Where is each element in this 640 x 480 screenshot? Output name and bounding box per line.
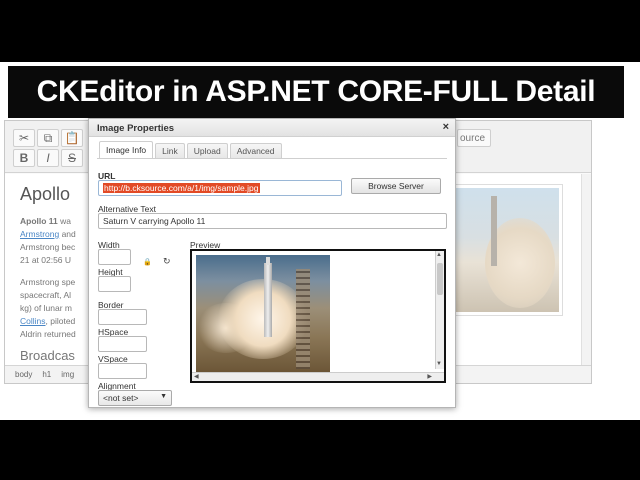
doc-line: spacecraft, Al — [20, 290, 72, 300]
armstrong-link[interactable]: Armstrong — [20, 229, 59, 239]
tab-link[interactable]: Link — [155, 143, 185, 159]
browse-server-button[interactable]: Browse Server — [351, 178, 441, 194]
chevron-down-icon: ▼ — [160, 393, 167, 400]
tab-upload[interactable]: Upload — [186, 143, 228, 159]
video-title-banner: CKEditor in ASP.NET CORE-FULL Detail — [8, 66, 624, 118]
saturn-v-image[interactable] — [451, 184, 563, 316]
doc-line: Aldrin returned — [20, 329, 76, 339]
dialog-title[interactable]: Image Properties — [89, 119, 455, 137]
tab-image-info[interactable]: Image Info — [99, 141, 154, 159]
preview-scroll-thumb[interactable] — [437, 263, 443, 295]
banner-title: CKEditor in ASP.NET CORE-FULL Detail — [36, 75, 596, 108]
cut-icon[interactable]: ✂ — [13, 129, 35, 147]
top-black-bar — [0, 0, 640, 62]
lock-ratio-icon[interactable]: 🔒 — [143, 258, 152, 266]
doc-subheading: Broadcas — [20, 348, 75, 363]
reset-size-icon[interactable]: ↻ — [163, 256, 171, 267]
dialog-tabs: Image Info Link Upload Advanced — [99, 141, 282, 159]
preview-vertical-scrollbar[interactable] — [435, 251, 444, 369]
preview-horizontal-scrollbar[interactable] — [192, 372, 444, 381]
alignment-select[interactable]: <not set> ▼ — [98, 390, 172, 406]
doc-line: Apollo 11 wa — [20, 216, 72, 226]
paste-icon[interactable]: 📋 — [61, 129, 83, 147]
url-input[interactable]: http://b.cksource.com/a/1/img/sample.jpg — [98, 180, 342, 196]
hspace-input[interactable] — [98, 336, 147, 352]
editor-scrollbar[interactable] — [581, 174, 591, 366]
bottom-black-bar — [0, 420, 640, 480]
doc-line: Armstrong bec — [20, 242, 76, 252]
alignment-value: <not set> — [103, 393, 139, 403]
border-input[interactable] — [98, 309, 147, 325]
scroll-up-icon[interactable]: ▲ — [436, 252, 442, 258]
source-button[interactable]: ource — [457, 129, 491, 147]
width-input[interactable] — [98, 249, 131, 265]
url-value: http://b.cksource.com/a/1/img/sample.jpg — [103, 183, 260, 193]
height-input[interactable] — [98, 276, 131, 292]
doc-line: Armstrong and — [20, 229, 76, 239]
scroll-down-icon[interactable]: ▼ — [436, 361, 442, 367]
bold-button[interactable]: B — [13, 149, 35, 167]
doc-line: Collins, piloted — [20, 316, 76, 326]
vspace-input[interactable] — [98, 363, 147, 379]
doc-line: Armstrong spe — [20, 277, 76, 287]
strike-button[interactable]: S — [61, 149, 83, 167]
scroll-right-icon[interactable]: ▶ — [427, 373, 432, 380]
italic-button[interactable]: I — [37, 149, 59, 167]
doc-line: 21 at 02:56 U — [20, 255, 72, 265]
preview-rocket-image — [196, 255, 330, 373]
path-body[interactable]: body — [15, 370, 32, 379]
scroll-left-icon[interactable]: ◀ — [194, 373, 199, 380]
image-preview: ▲ ▼ ◀ ▶ — [190, 249, 446, 383]
tab-advanced[interactable]: Advanced — [229, 143, 282, 159]
path-h1[interactable]: h1 — [42, 370, 51, 379]
image-properties-dialog: Image Properties × Image Info Link Uploa… — [88, 118, 456, 408]
doc-line: kg) of lunar m — [20, 303, 72, 313]
collins-link[interactable]: Collins — [20, 316, 46, 326]
close-icon[interactable]: × — [443, 121, 449, 133]
alt-text-input[interactable]: Saturn V carrying Apollo 11 — [98, 213, 447, 229]
tab-divider — [97, 158, 447, 159]
copy-icon[interactable]: ⧉ — [37, 129, 59, 147]
doc-heading: Apollo — [20, 184, 71, 204]
path-img[interactable]: img — [61, 370, 74, 379]
